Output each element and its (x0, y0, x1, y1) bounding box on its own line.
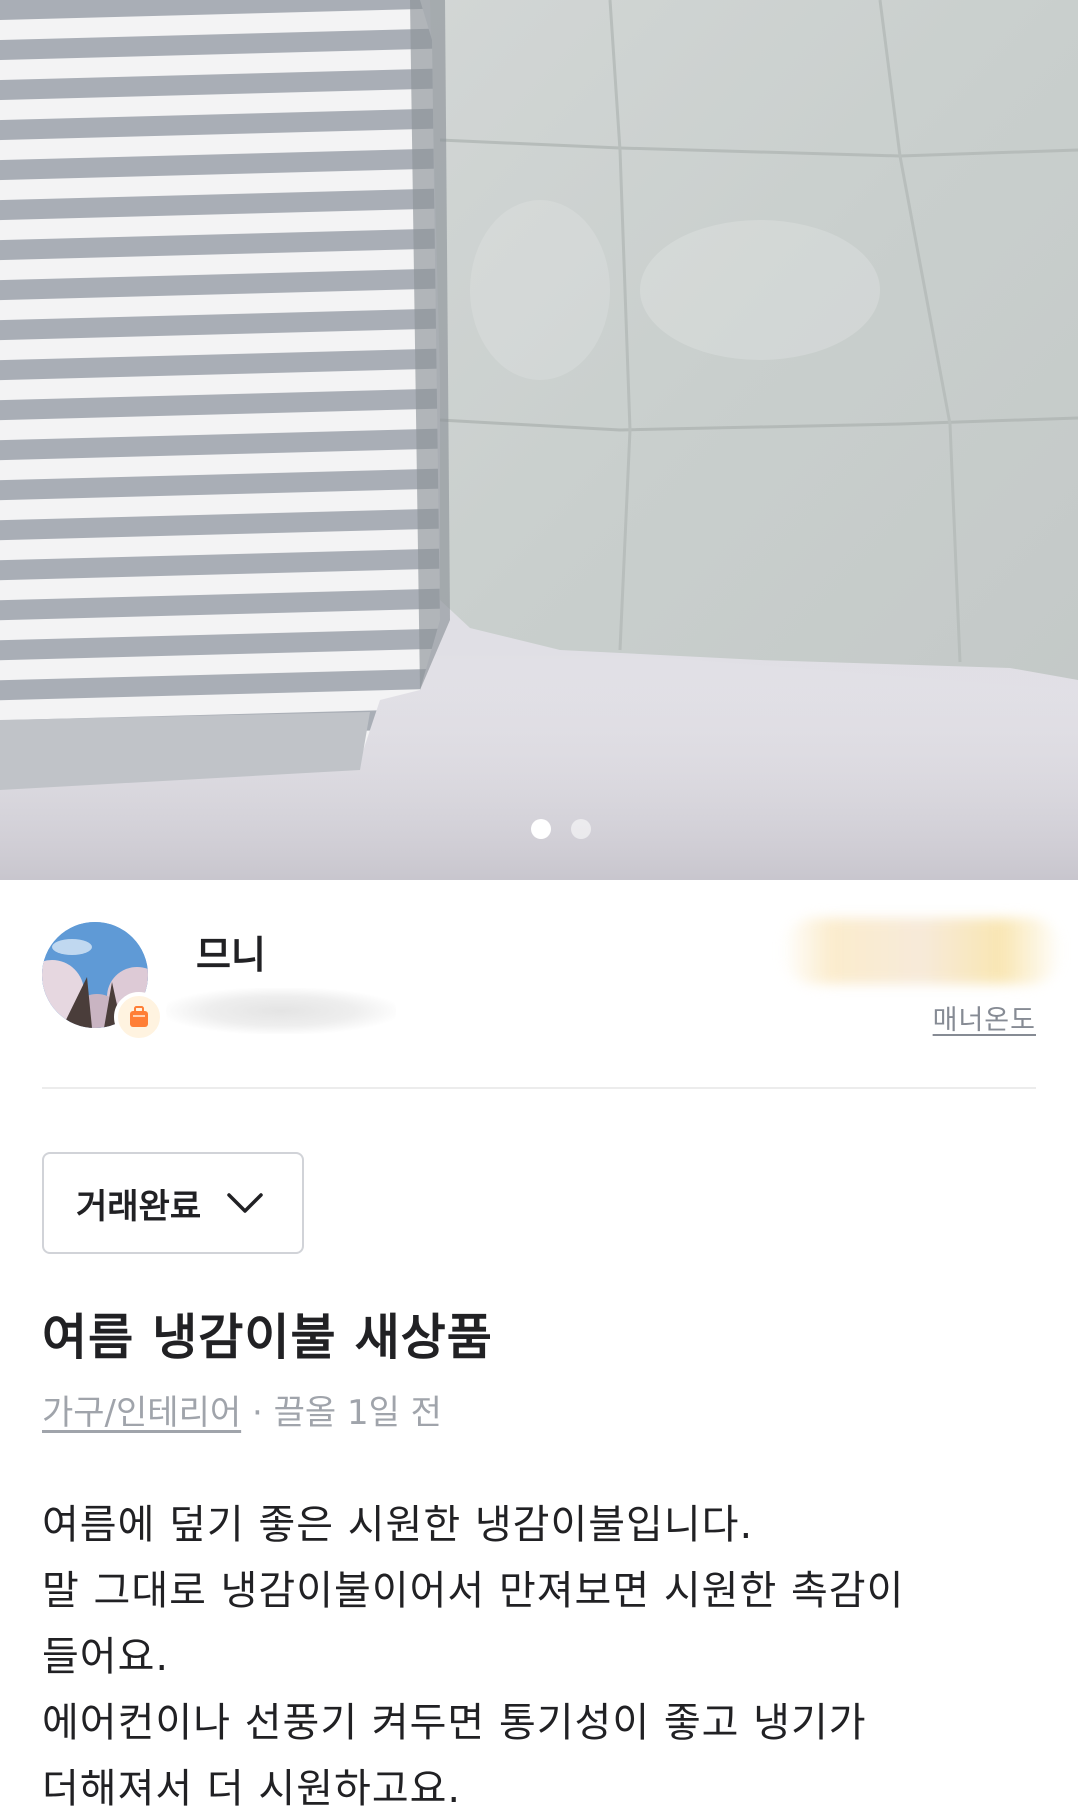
carousel-dots (22, 819, 1078, 839)
listing-description: 여름에 덮기 좋은 시원한 냉감이불입니다. 말 그대로 냉감이불이어서 만져보… (42, 1492, 1032, 1820)
location-redacted (166, 988, 396, 1034)
description-line: 더해져서 더 시원하고요. (42, 1766, 462, 1812)
description-line: 에어컨이나 선풍기 켜두면 통기성이 좋고 냉기가 (42, 1700, 867, 1746)
trade-status-dropdown[interactable]: 거래완료 (42, 1152, 304, 1254)
seller-profile[interactable]: 므니 매너온도 (42, 880, 1062, 1089)
trade-status-value: 거래완료 (76, 1186, 202, 1227)
product-image-carousel[interactable] (0, 0, 1078, 880)
product-detail-page: 므니 매너온도 거래완료 여름 냉감이불 새상품 가구/인테리어 · 끌올 1일… (0, 0, 1078, 1820)
manner-temperature-redacted (782, 918, 1062, 984)
listing-meta: 가구/인테리어 · 끌올 1일 전 (42, 1385, 442, 1434)
description-line: 말 그대로 냉감이불이어서 만져보면 시원한 촉감이 (42, 1568, 905, 1614)
manner-temperature-label[interactable]: 매너온도 (933, 998, 1036, 1037)
description-line: 여름에 덮기 좋은 시원한 냉감이불입니다. (42, 1502, 754, 1548)
suitcase-icon (114, 992, 164, 1042)
seller-nickname: 므니 (196, 933, 266, 977)
listing-title: 여름 냉감이불 새상품 (42, 1309, 493, 1366)
bump-time: 끌올 1일 전 (273, 1393, 442, 1433)
chevron-down-icon (227, 1193, 263, 1213)
product-photo (0, 0, 1078, 880)
category-link[interactable]: 가구/인테리어 (42, 1393, 241, 1433)
carousel-dot-2[interactable] (571, 819, 591, 839)
carousel-dot-1[interactable] (531, 819, 551, 839)
description-line: 들어요. (42, 1634, 170, 1680)
meta-separator: · (241, 1393, 274, 1433)
